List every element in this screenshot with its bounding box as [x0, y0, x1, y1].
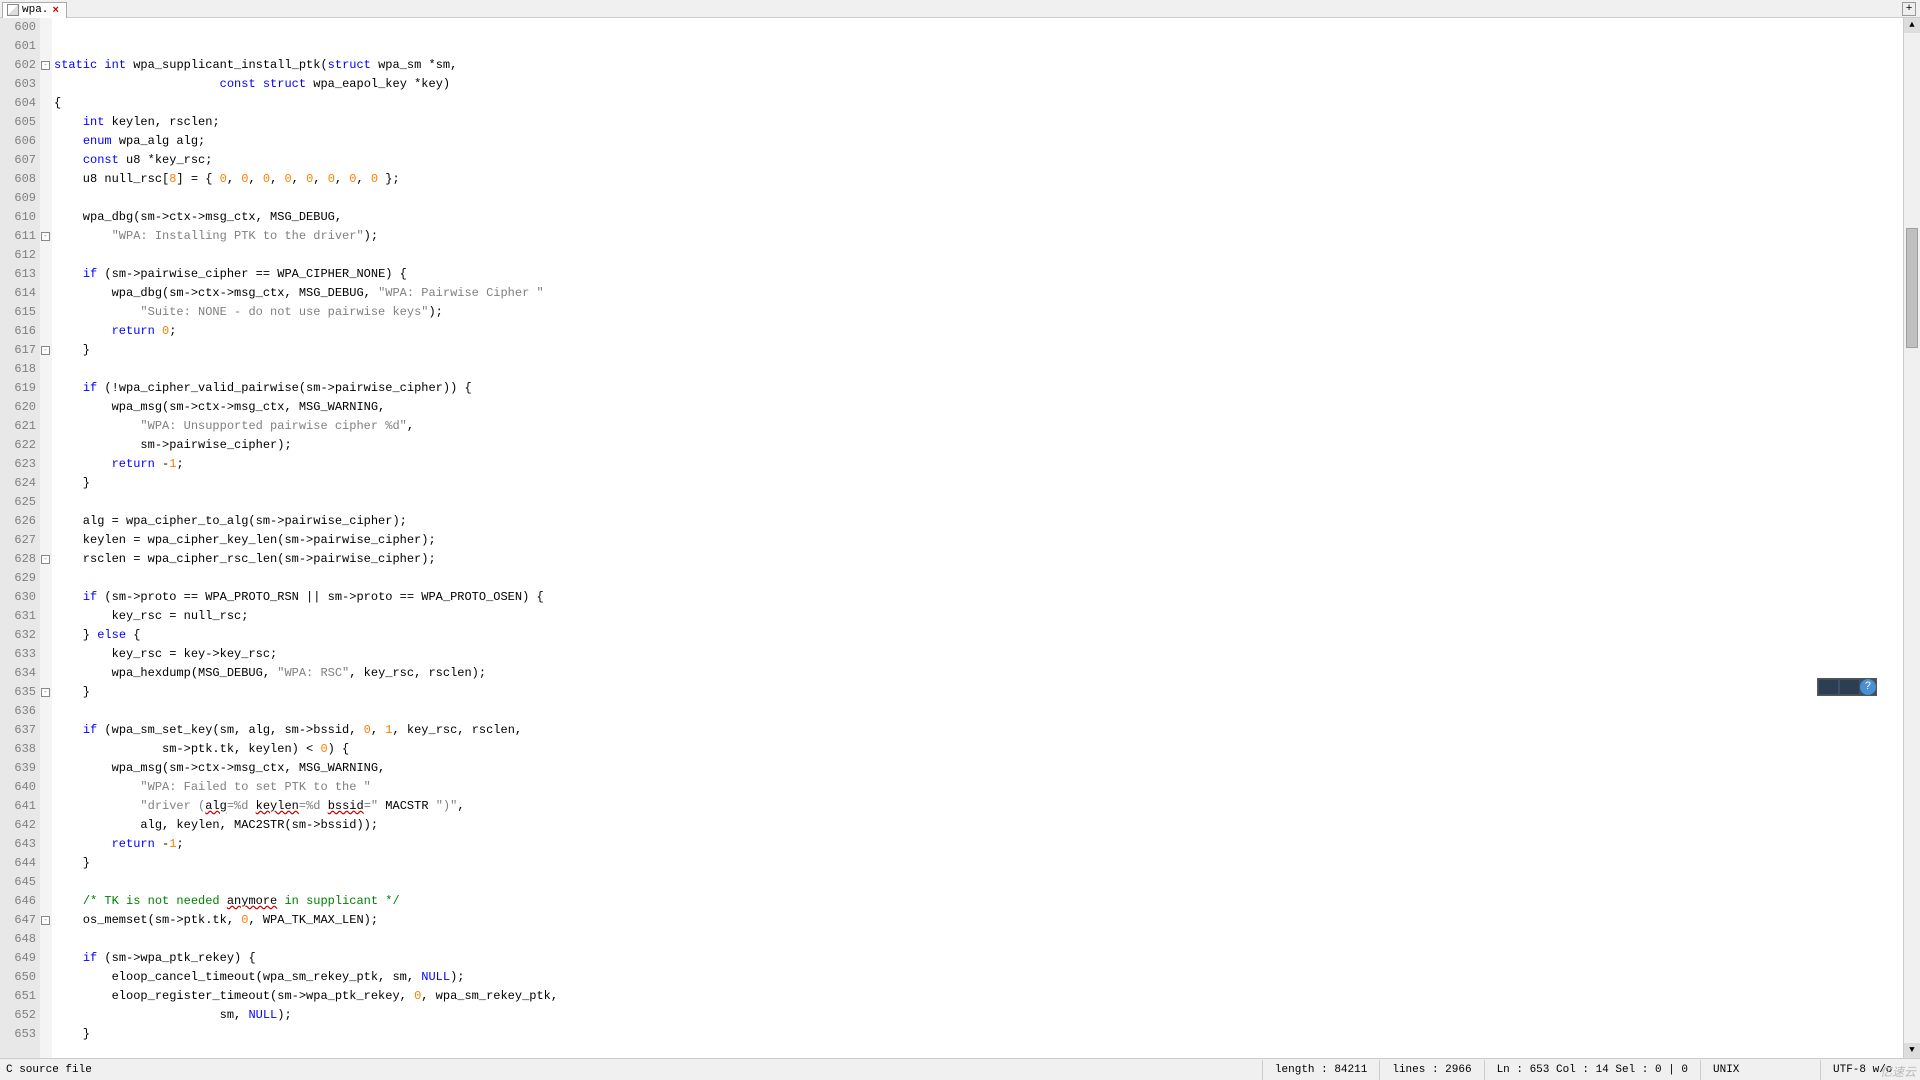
code-line[interactable]: return 0;	[54, 322, 1903, 341]
fold-toggle[interactable]: -	[41, 916, 50, 925]
fold-toggle[interactable]: -	[41, 346, 50, 355]
code-line[interactable]: if (sm->proto == WPA_PROTO_RSN || sm->pr…	[54, 588, 1903, 607]
status-os: UNIX	[1700, 1060, 1820, 1080]
code-line[interactable]: "WPA: Unsupported pairwise cipher %d",	[54, 417, 1903, 436]
code-line[interactable]: if (sm->pairwise_cipher == WPA_CIPHER_NO…	[54, 265, 1903, 284]
code-line[interactable]: "Suite: NONE - do not use pairwise keys"…	[54, 303, 1903, 322]
document-icon	[7, 4, 19, 16]
code-line[interactable]: const struct wpa_eapol_key *key)	[54, 75, 1903, 94]
code-line[interactable]: wpa_hexdump(MSG_DEBUG, "WPA: RSC", key_r…	[54, 664, 1903, 683]
code-line[interactable]: const u8 *key_rsc;	[54, 151, 1903, 170]
code-line[interactable]: "driver (alg=%d keylen=%d bssid=" MACSTR…	[54, 797, 1903, 816]
widget-bar-icon	[1840, 680, 1859, 694]
code-line[interactable]: alg, keylen, MAC2STR(sm->bssid));	[54, 816, 1903, 835]
fold-toggle[interactable]: -	[41, 232, 50, 241]
fold-toggle[interactable]: -	[41, 61, 50, 70]
code-line[interactable]	[54, 702, 1903, 721]
code-line[interactable]	[54, 930, 1903, 949]
line-number-gutter: 6006016026036046056066076086096106116126…	[0, 18, 40, 1058]
scroll-thumb[interactable]	[1906, 228, 1918, 348]
code-line[interactable]: sm, NULL);	[54, 1006, 1903, 1025]
code-line[interactable]: keylen = wpa_cipher_key_len(sm->pairwise…	[54, 531, 1903, 550]
code-line[interactable]: }	[54, 683, 1903, 702]
status-bar: C source file length : 84211 lines : 296…	[0, 1058, 1920, 1080]
code-line[interactable]: "WPA: Installing PTK to the driver");	[54, 227, 1903, 246]
code-line[interactable]	[54, 246, 1903, 265]
status-position: Ln : 653 Col : 14 Sel : 0 | 0	[1484, 1060, 1700, 1080]
code-line[interactable]: wpa_dbg(sm->ctx->msg_ctx, MSG_DEBUG,	[54, 208, 1903, 227]
code-line[interactable]	[54, 189, 1903, 208]
code-line[interactable]: }	[54, 854, 1903, 873]
code-line[interactable]: return -1;	[54, 835, 1903, 854]
close-icon[interactable]: ×	[52, 5, 62, 15]
code-line[interactable]: eloop_cancel_timeout(wpa_sm_rekey_ptk, s…	[54, 968, 1903, 987]
code-line[interactable]	[54, 569, 1903, 588]
code-line[interactable]	[54, 360, 1903, 379]
code-line[interactable]: wpa_msg(sm->ctx->msg_ctx, MSG_WARNING,	[54, 759, 1903, 778]
code-line[interactable]: if (wpa_sm_set_key(sm, alg, sm->bssid, 0…	[54, 721, 1903, 740]
code-line[interactable]	[54, 1044, 1903, 1058]
code-view[interactable]: static int wpa_supplicant_install_ptk(st…	[52, 18, 1903, 1058]
widget-bar-icon	[1819, 680, 1838, 694]
code-line[interactable]: sm->pairwise_cipher);	[54, 436, 1903, 455]
fold-column[interactable]: - - - - - -	[40, 18, 52, 1058]
new-tab-button[interactable]: +	[1902, 2, 1916, 16]
tab-bar: wpa. × +	[0, 0, 1920, 18]
code-line[interactable]: u8 null_rsc[8] = { 0, 0, 0, 0, 0, 0, 0, …	[54, 170, 1903, 189]
code-line[interactable]: return -1;	[54, 455, 1903, 474]
code-line[interactable]: int keylen, rsclen;	[54, 113, 1903, 132]
code-line[interactable]: wpa_msg(sm->ctx->msg_ctx, MSG_WARNING,	[54, 398, 1903, 417]
code-line[interactable]: static int wpa_supplicant_install_ptk(st…	[54, 56, 1903, 75]
code-line[interactable]: os_memset(sm->ptk.tk, 0, WPA_TK_MAX_LEN)…	[54, 911, 1903, 930]
code-line[interactable]: }	[54, 1025, 1903, 1044]
status-length: length : 84211	[1262, 1060, 1379, 1080]
code-line[interactable]	[54, 493, 1903, 512]
code-line[interactable]: }	[54, 341, 1903, 360]
tab-filename: wpa.	[22, 4, 48, 16]
code-line[interactable]: eloop_register_timeout(sm->wpa_ptk_rekey…	[54, 987, 1903, 1006]
code-line[interactable]: key_rsc = null_rsc;	[54, 607, 1903, 626]
watermark-text: 亿速云	[1880, 1063, 1916, 1080]
code-line[interactable]: sm->ptk.tk, keylen) < 0) {	[54, 740, 1903, 759]
fold-toggle[interactable]: -	[41, 688, 50, 697]
file-tab[interactable]: wpa. ×	[2, 2, 67, 18]
fold-toggle[interactable]: -	[41, 555, 50, 564]
code-line[interactable]: key_rsc = key->key_rsc;	[54, 645, 1903, 664]
floating-widget[interactable]: ?	[1817, 678, 1877, 696]
code-line[interactable]: }	[54, 474, 1903, 493]
code-line[interactable]: alg = wpa_cipher_to_alg(sm->pairwise_cip…	[54, 512, 1903, 531]
vertical-scrollbar[interactable]: ▲ ▼	[1903, 18, 1920, 1058]
code-line[interactable]: enum wpa_alg alg;	[54, 132, 1903, 151]
code-line[interactable]: } else {	[54, 626, 1903, 645]
code-line[interactable]: {	[54, 94, 1903, 113]
scroll-up-arrow[interactable]: ▲	[1904, 18, 1920, 33]
code-line[interactable]: if (!wpa_cipher_valid_pairwise(sm->pairw…	[54, 379, 1903, 398]
code-line[interactable]	[54, 873, 1903, 892]
help-icon[interactable]: ?	[1860, 679, 1876, 695]
code-line[interactable]: if (sm->wpa_ptk_rekey) {	[54, 949, 1903, 968]
status-language: C source file	[0, 1064, 92, 1076]
status-lines: lines : 2966	[1379, 1060, 1483, 1080]
code-line[interactable]: /* TK is not needed anymore in supplican…	[54, 892, 1903, 911]
code-line[interactable]: wpa_dbg(sm->ctx->msg_ctx, MSG_DEBUG, "WP…	[54, 284, 1903, 303]
editor-area: 6006016026036046056066076086096106116126…	[0, 18, 1920, 1058]
code-line[interactable]: "WPA: Failed to set PTK to the "	[54, 778, 1903, 797]
code-line[interactable]: rsclen = wpa_cipher_rsc_len(sm->pairwise…	[54, 550, 1903, 569]
scroll-down-arrow[interactable]: ▼	[1904, 1043, 1920, 1058]
